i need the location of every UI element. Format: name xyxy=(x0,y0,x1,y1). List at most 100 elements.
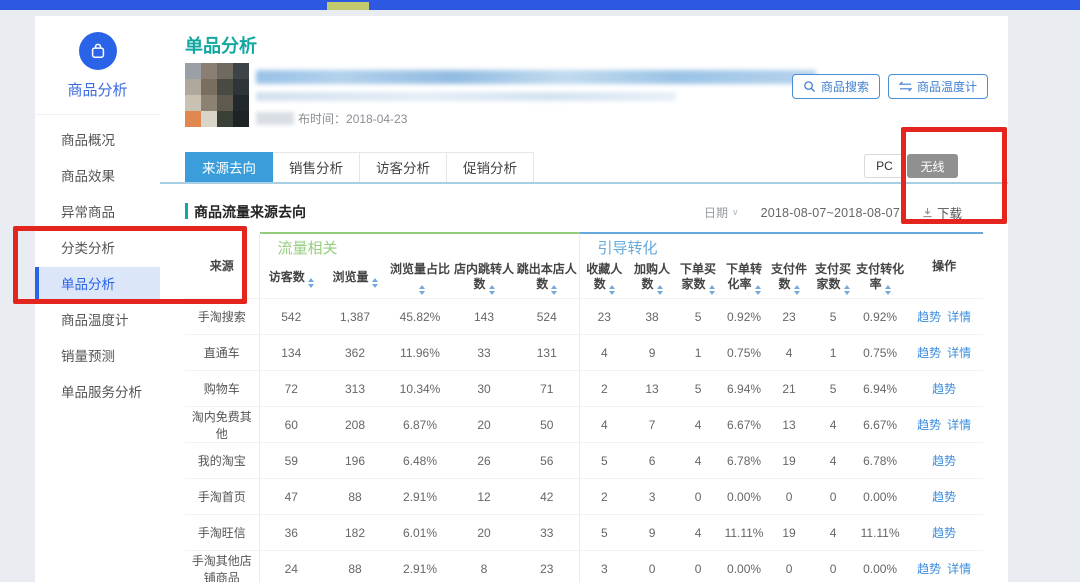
value-cell: 45.82% xyxy=(387,299,453,335)
tab-4[interactable]: 促销分析 xyxy=(447,152,534,183)
detail-link[interactable]: 详情 xyxy=(947,562,971,576)
trend-link[interactable]: 趋势 xyxy=(917,418,941,432)
value-cell: 42 xyxy=(515,479,579,515)
value-cell: 4 xyxy=(767,335,811,371)
mosaic-cell xyxy=(201,111,217,127)
sidebar-item-2[interactable]: 商品效果 xyxy=(35,159,160,195)
product-subtitle-blur xyxy=(256,92,676,101)
column-header-source: 来源 xyxy=(185,233,259,299)
product-thermometer-button[interactable]: 商品温度计 xyxy=(888,74,988,99)
value-cell: 5 xyxy=(675,299,721,335)
value-cell: 56 xyxy=(515,443,579,479)
sort-icon[interactable] xyxy=(551,285,557,295)
sort-icon[interactable] xyxy=(755,285,761,295)
main-panel: 单品分析 布时间： 2018-04-23 商品搜索 商品温度计 来源去向销售分析… xyxy=(160,16,1008,582)
detail-link[interactable]: 详情 xyxy=(947,346,971,360)
value-cell: 13 xyxy=(767,407,811,443)
value-cell: 33 xyxy=(453,335,515,371)
action-cell: 趋势详情 xyxy=(905,407,983,443)
date-dropdown-label: 日期 xyxy=(704,204,728,221)
trend-link[interactable]: 趋势 xyxy=(932,454,956,468)
sidebar-item-3[interactable]: 异常商品 xyxy=(35,195,160,231)
value-cell: 6.48% xyxy=(387,443,453,479)
action-cell: 趋势 xyxy=(905,479,983,515)
mosaic-cell xyxy=(233,111,249,127)
value-cell: 5 xyxy=(579,515,629,551)
column-header-8: 下单买家数 xyxy=(675,259,721,299)
product-search-label: 商品搜索 xyxy=(821,78,869,95)
sort-icon[interactable] xyxy=(419,285,425,295)
value-cell: 134 xyxy=(259,335,323,371)
table-row-4: 淘内免费其他602086.87%20504746.67%1346.67%趋势详情 xyxy=(185,407,983,443)
sort-icon[interactable] xyxy=(709,285,715,295)
trend-link[interactable]: 趋势 xyxy=(917,310,941,324)
detail-link[interactable]: 详情 xyxy=(947,418,971,432)
tab-1[interactable]: 来源去向 xyxy=(185,152,273,183)
value-cell: 71 xyxy=(515,371,579,407)
source-cell: 手淘首页 xyxy=(185,479,259,515)
sort-icon[interactable] xyxy=(489,285,495,295)
tab-2[interactable]: 销售分析 xyxy=(273,152,360,183)
sidebar-item-8[interactable]: 单品服务分析 xyxy=(35,375,160,411)
sort-icon[interactable] xyxy=(372,278,378,288)
value-cell: 0 xyxy=(811,479,855,515)
mosaic-cell xyxy=(185,79,201,95)
tab-3[interactable]: 访客分析 xyxy=(360,152,447,183)
source-cell: 手淘其他店铺商品 xyxy=(185,551,259,582)
value-cell: 4 xyxy=(579,407,629,443)
mosaic-cell xyxy=(233,63,249,79)
value-cell: 5 xyxy=(579,443,629,479)
value-cell: 12 xyxy=(453,479,515,515)
sidebar-item-5[interactable]: 单品分析 xyxy=(35,267,160,303)
sort-icon[interactable] xyxy=(844,285,850,295)
toggle-pc[interactable]: PC xyxy=(864,154,905,178)
sort-icon[interactable] xyxy=(609,285,615,295)
trend-link[interactable]: 趋势 xyxy=(932,526,956,540)
section-title: 商品流量来源去向 xyxy=(194,202,306,222)
download-button[interactable]: 下载 xyxy=(922,203,962,222)
sidebar-item-1[interactable]: 商品概况 xyxy=(35,123,160,159)
value-cell: 4 xyxy=(675,443,721,479)
mosaic-cell xyxy=(233,95,249,111)
sort-icon[interactable] xyxy=(885,285,891,295)
value-cell: 47 xyxy=(259,479,323,515)
mosaic-cell xyxy=(233,79,249,95)
topbar xyxy=(0,0,1080,10)
value-cell: 0 xyxy=(767,551,811,582)
column-header-10: 支付件数 xyxy=(767,259,811,299)
trend-link[interactable]: 趋势 xyxy=(932,490,956,504)
value-cell: 6.78% xyxy=(855,443,905,479)
value-cell: 4 xyxy=(675,407,721,443)
value-cell: 6 xyxy=(629,443,675,479)
section-header: 商品流量来源去向 日期 ∨ 2018-08-07~2018-08-07 下载 xyxy=(160,196,1008,230)
value-cell: 2 xyxy=(579,479,629,515)
value-cell: 6.67% xyxy=(855,407,905,443)
value-cell: 6.94% xyxy=(855,371,905,407)
value-cell: 542 xyxy=(259,299,323,335)
sort-icon[interactable] xyxy=(657,285,663,295)
trend-link[interactable]: 趋势 xyxy=(932,382,956,396)
sidebar: 商品分析 商品概况商品效果异常商品分类分析单品分析商品温度计销量预测单品服务分析 xyxy=(35,16,160,582)
value-cell: 1 xyxy=(675,335,721,371)
value-cell: 50 xyxy=(515,407,579,443)
detail-link[interactable]: 详情 xyxy=(947,310,971,324)
date-dropdown[interactable]: 日期 ∨ xyxy=(704,204,739,221)
value-cell: 313 xyxy=(323,371,387,407)
sidebar-item-4[interactable]: 分类分析 xyxy=(35,231,160,267)
date-range-value: 2018-08-07~2018-08-07 xyxy=(761,206,900,220)
trend-link[interactable]: 趋势 xyxy=(917,346,941,360)
source-cell: 我的淘宝 xyxy=(185,443,259,479)
release-date: 2018-04-23 xyxy=(346,112,407,126)
sidebar-item-6[interactable]: 商品温度计 xyxy=(35,303,160,339)
product-search-button[interactable]: 商品搜索 xyxy=(792,74,880,99)
sort-icon[interactable] xyxy=(308,278,314,288)
value-cell: 0 xyxy=(629,551,675,582)
trend-link[interactable]: 趋势 xyxy=(917,562,941,576)
value-cell: 4 xyxy=(811,443,855,479)
mosaic-cell xyxy=(217,95,233,111)
toggle-wireless[interactable]: 无线 xyxy=(907,154,958,178)
value-cell: 0.75% xyxy=(721,335,767,371)
sidebar-item-7[interactable]: 销量预测 xyxy=(35,339,160,375)
column-label: 加购人数 xyxy=(634,262,670,291)
sort-icon[interactable] xyxy=(794,285,800,295)
